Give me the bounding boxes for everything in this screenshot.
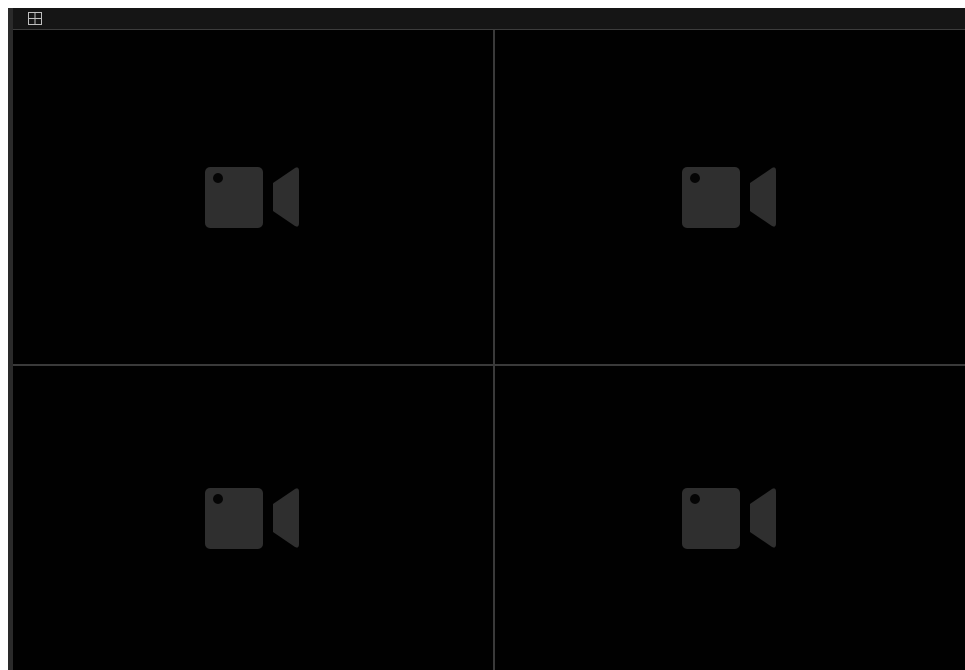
grid-divider-vertical[interactable]	[493, 30, 495, 670]
video-camera-icon	[205, 488, 299, 549]
video-camera-icon	[205, 167, 299, 228]
grid-divider-horizontal[interactable]	[13, 364, 965, 366]
video-grid	[13, 30, 965, 670]
video-camera-icon	[682, 167, 776, 228]
layout-grid-button[interactable]	[27, 11, 43, 26]
video-tile-1[interactable]	[13, 30, 493, 364]
video-tile-4[interactable]	[495, 366, 965, 670]
video-wall-app	[8, 8, 965, 670]
toolbar	[13, 8, 965, 30]
video-tile-3[interactable]	[13, 366, 493, 670]
video-tile-2[interactable]	[495, 30, 965, 364]
grid-2x2-icon	[28, 12, 42, 25]
video-camera-icon	[682, 488, 776, 549]
